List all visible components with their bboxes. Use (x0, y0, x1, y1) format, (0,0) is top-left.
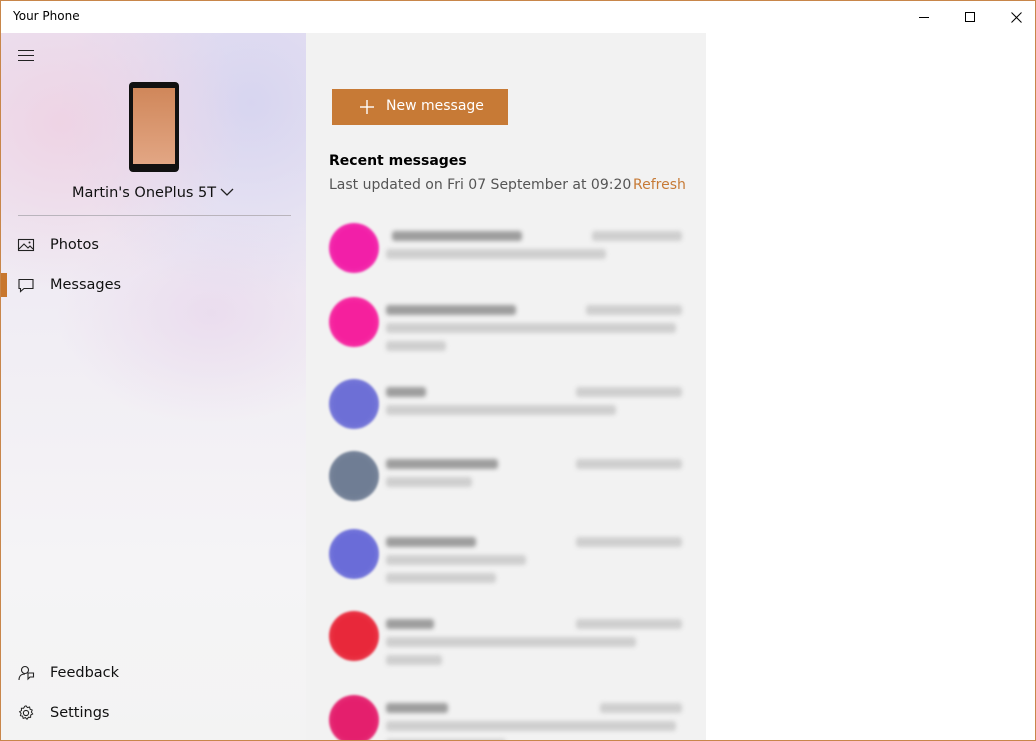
minimize-button[interactable] (901, 1, 947, 33)
gear-icon (18, 705, 34, 720)
plus-icon (360, 100, 374, 114)
sidebar-item-photos[interactable]: Photos (1, 227, 306, 263)
new-message-button[interactable]: New message (332, 89, 508, 125)
close-button[interactable] (993, 1, 1035, 33)
obscured-text (386, 249, 606, 259)
sidebar-item-label: Settings (50, 705, 110, 721)
active-indicator (1, 273, 7, 297)
photos-icon (17, 238, 35, 252)
maximize-button[interactable] (947, 1, 993, 33)
contact-avatar (329, 223, 379, 273)
obscured-text (392, 231, 522, 241)
obscured-text (386, 341, 446, 351)
sidebar-item-label: Feedback (50, 665, 120, 681)
obscured-text (592, 231, 682, 241)
sidebar-item-feedback[interactable]: Feedback (1, 655, 306, 691)
obscured-text (386, 323, 676, 333)
obscured-text (386, 405, 616, 415)
obscured-text (386, 477, 472, 487)
hamburger-menu-icon[interactable] (18, 50, 34, 62)
obscured-text (586, 305, 682, 315)
obscured-text (386, 637, 636, 647)
minimize-icon (919, 16, 929, 18)
obscured-text (600, 703, 682, 713)
messages-icon (18, 278, 34, 293)
obscured-text (386, 619, 434, 629)
app-window: Your Phone Martin's OnePlus 5T Photos Me… (0, 0, 1036, 741)
maximize-icon (965, 12, 975, 22)
chevron-down-icon[interactable] (220, 187, 234, 197)
recent-messages-heading: Recent messages (329, 153, 467, 169)
feedback-icon (18, 665, 35, 681)
conversation-detail-pane (706, 33, 1035, 740)
obscured-text (386, 703, 448, 713)
messages-pane: New message Recent messages Last updated… (306, 33, 706, 740)
contact-avatar (329, 379, 379, 429)
last-updated-text: Last updated on Fri 07 September at 09:2… (329, 177, 632, 193)
obscured-text (576, 619, 682, 629)
contact-avatar (329, 529, 379, 579)
obscured-text (386, 537, 476, 547)
sidebar-item-label: Photos (50, 237, 99, 253)
contact-avatar (329, 297, 379, 347)
sidebar-item-settings[interactable]: Settings (1, 695, 306, 731)
contact-avatar (329, 611, 379, 661)
sidebar-item-messages[interactable]: Messages (1, 267, 306, 303)
obscured-text (386, 387, 426, 397)
close-icon (1010, 11, 1022, 23)
obscured-text (386, 459, 498, 469)
obscured-text (386, 305, 516, 315)
obscured-text (386, 721, 676, 731)
sidebar-divider (18, 215, 291, 216)
obscured-text (576, 459, 682, 469)
contact-avatar (329, 451, 379, 501)
sidebar: Martin's OnePlus 5T Photos Messages Feed… (1, 33, 306, 740)
contact-avatar (329, 695, 379, 740)
refresh-link[interactable]: Refresh (633, 177, 686, 193)
window-title: Your Phone (13, 9, 80, 23)
new-message-label: New message (386, 98, 484, 114)
obscured-text (386, 555, 526, 565)
obscured-text (576, 537, 682, 547)
device-name[interactable]: Martin's OnePlus 5T (72, 185, 216, 201)
obscured-text (576, 387, 682, 397)
obscured-text (386, 655, 442, 665)
phone-device-icon (129, 82, 179, 172)
sidebar-item-label: Messages (50, 277, 122, 293)
title-bar[interactable]: Your Phone (1, 1, 1035, 33)
obscured-text (386, 573, 496, 583)
